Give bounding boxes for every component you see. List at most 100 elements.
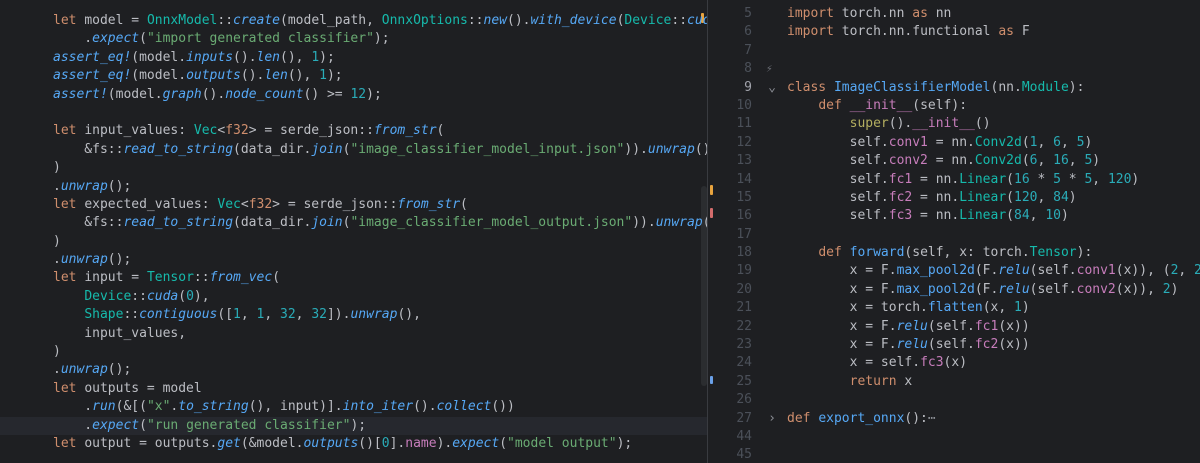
code-line[interactable]: 25 return x (708, 373, 1200, 391)
code-line[interactable] (0, 104, 707, 122)
code-line[interactable]: 19 x = F.max_pool2d(F.relu(self.conv1(x)… (708, 262, 1200, 280)
python-editor-pane[interactable]: ⚡ 5 import torch.nn as nn 6 import torch.nn… (708, 0, 1200, 463)
code-line[interactable]: 26 (708, 391, 1200, 409)
code-line[interactable]: .unwrap(); (0, 178, 707, 196)
code-line[interactable]: let input_values: Vec<f32> = serde_json:… (0, 122, 707, 140)
code-token: into_iter (342, 399, 414, 415)
code-line[interactable]: assert!(model.graph().node_count() >= 12… (0, 86, 707, 104)
chevron-right-icon[interactable]: › (766, 410, 778, 428)
code-token: 1 (319, 68, 327, 84)
code-token: x = torch. (787, 300, 928, 316)
code-line[interactable]: let outputs = model (0, 380, 707, 398)
code-token: "run generated classifier" (146, 417, 351, 433)
code-line[interactable]: .expect("import generated classifier"); (0, 30, 707, 48)
code-line[interactable]: 18 def forward(self, x: torch.Tensor): (708, 244, 1200, 262)
code-token: 32 (311, 307, 327, 323)
code-line[interactable]: ) (0, 233, 707, 251)
code-line[interactable]: &fs::read_to_string(data_dir.join("image… (0, 141, 707, 159)
code-token: , (1037, 153, 1054, 169)
code-token: < (240, 196, 249, 212)
code-line[interactable]: 23 x = F.relu(self.fc2(x)) (708, 336, 1200, 354)
code-line[interactable]: let output = outputs.get(&model.outputs(… (0, 435, 707, 453)
code-token: 10 (1045, 208, 1061, 224)
code-token: ( (1006, 189, 1014, 205)
line-number: 27 (736, 410, 752, 426)
code-line[interactable]: ) (0, 159, 707, 177)
code-token: (); (107, 178, 132, 194)
code-token: let (53, 380, 85, 396)
code-token: = nn. (912, 171, 960, 187)
chevron-down-icon[interactable]: ⌄ (766, 79, 778, 97)
code-line[interactable]: 17 (708, 226, 1200, 244)
code-token: ) (1170, 281, 1179, 297)
code-line[interactable]: 22 x = F.relu(self.fc1(x)) (708, 318, 1200, 336)
code-line[interactable]: 10 def __init__(self): (708, 97, 1200, 115)
code-line[interactable]: 6 import torch.nn.functional as F (708, 23, 1200, 41)
code-token: :: (193, 270, 210, 286)
code-token: expected_values: (84, 196, 218, 212)
code-token: (x) (943, 355, 968, 371)
line-number: 11 (736, 116, 752, 132)
code-line[interactable]: 9 ⌄ class ImageClassifierModel(nn.Module): (708, 79, 1200, 97)
code-token: create (233, 13, 281, 28)
code-line[interactable]: .expect("run generated classifier"); (0, 416, 707, 435)
code-token: fc1 (974, 318, 999, 334)
code-line[interactable]: ) (0, 343, 707, 361)
code-line[interactable]: 15 self.fc2 = nn.Linear(120, 84) (708, 189, 1200, 207)
code-token: :: (131, 288, 147, 304)
code-line[interactable]: .run(&[("x".to_string(), input)].into_it… (0, 398, 707, 416)
code-line[interactable]: 14 self.fc1 = nn.Linear(16 * 5 * 5, 120) (708, 171, 1200, 189)
code-line[interactable]: 27 › def export_onnx():⋯ (708, 410, 1200, 428)
code-token: expect (92, 417, 140, 433)
code-line[interactable]: 24 x = self.fc3(x) (708, 354, 1200, 372)
code-line[interactable]: Shape::contiguous([1, 1, 32, 32]).unwrap… (0, 306, 707, 324)
line-number: 19 (736, 263, 752, 279)
line-number: 24 (736, 355, 752, 371)
code-line[interactable]: 5 import torch.nn as nn (708, 5, 1200, 23)
code-line[interactable]: 12 self.conv1 = nn.Conv2d(1, 6, 5) (708, 134, 1200, 152)
code-text: self.conv1 = nn.Conv2d(1, 6, 5) (787, 134, 1093, 152)
rust-editor-pane[interactable]: let model = OnnxModel::create(model_path… (0, 0, 707, 463)
code-token: (data_dir. (233, 215, 312, 231)
code-line[interactable]: 8 (708, 60, 1200, 78)
code-token: ); (350, 417, 367, 433)
code-line[interactable]: assert_eq!(model.inputs().len(), 1); (0, 49, 707, 67)
code-line[interactable]: let model = OnnxModel::create(model_path… (0, 12, 707, 30)
code-token: return (849, 373, 905, 389)
code-text: x = F.relu(self.fc1(x)) (787, 318, 1030, 336)
code-token: (); (107, 362, 132, 378)
code-token: let (53, 123, 85, 139)
code-line[interactable]: 16 self.fc3 = nn.Linear(84, 10) (708, 207, 1200, 225)
code-token: Vec (217, 196, 241, 212)
code-token: Linear (959, 171, 1007, 187)
code-text: super().__init__() (787, 115, 991, 133)
code-text: class ImageClassifierModel(nn.Module): (787, 79, 1084, 97)
code-line[interactable]: 44 (708, 428, 1200, 446)
code-token: , (295, 307, 312, 323)
code-line[interactable]: 7 (708, 42, 1200, 60)
code-token: from_str (373, 123, 437, 139)
code-token: ()) (491, 399, 515, 415)
code-token: ) (53, 344, 61, 360)
code-line[interactable]: Device::cuda(0), (0, 288, 707, 306)
code-line[interactable]: 21 x = torch.flatten(x, 1) (708, 299, 1200, 317)
code-token: 0 (186, 288, 194, 304)
code-token: ( (139, 31, 147, 47)
code-line[interactable]: &fs::read_to_string(data_dir.join("image… (0, 214, 707, 232)
code-token: ); (373, 31, 390, 47)
code-line[interactable]: 45 (708, 446, 1200, 463)
code-line[interactable]: let expected_values: Vec<f32> = serde_js… (0, 196, 707, 214)
code-line[interactable]: 13 self.conv2 = nn.Conv2d(6, 16, 5) (708, 152, 1200, 170)
code-line[interactable]: assert_eq!(model.outputs().len(), 1); (0, 67, 707, 85)
code-line[interactable]: input_values, (0, 325, 707, 343)
code-line[interactable]: .unwrap(); (0, 251, 707, 269)
code-line[interactable]: .unwrap(); (0, 361, 707, 379)
code-token: )). (624, 141, 648, 157)
code-token: () (974, 116, 991, 132)
code-token: x = F. (787, 337, 897, 353)
code-line[interactable]: let input = Tensor::from_vec( (0, 269, 707, 287)
code-token: , (1029, 208, 1046, 224)
code-line[interactable]: 11 super().__init__() (708, 115, 1200, 133)
code-line[interactable]: 20 x = F.max_pool2d(F.relu(self.conv2(x)… (708, 281, 1200, 299)
code-text: let input_values: Vec<f32> = serde_json:… (53, 122, 444, 140)
